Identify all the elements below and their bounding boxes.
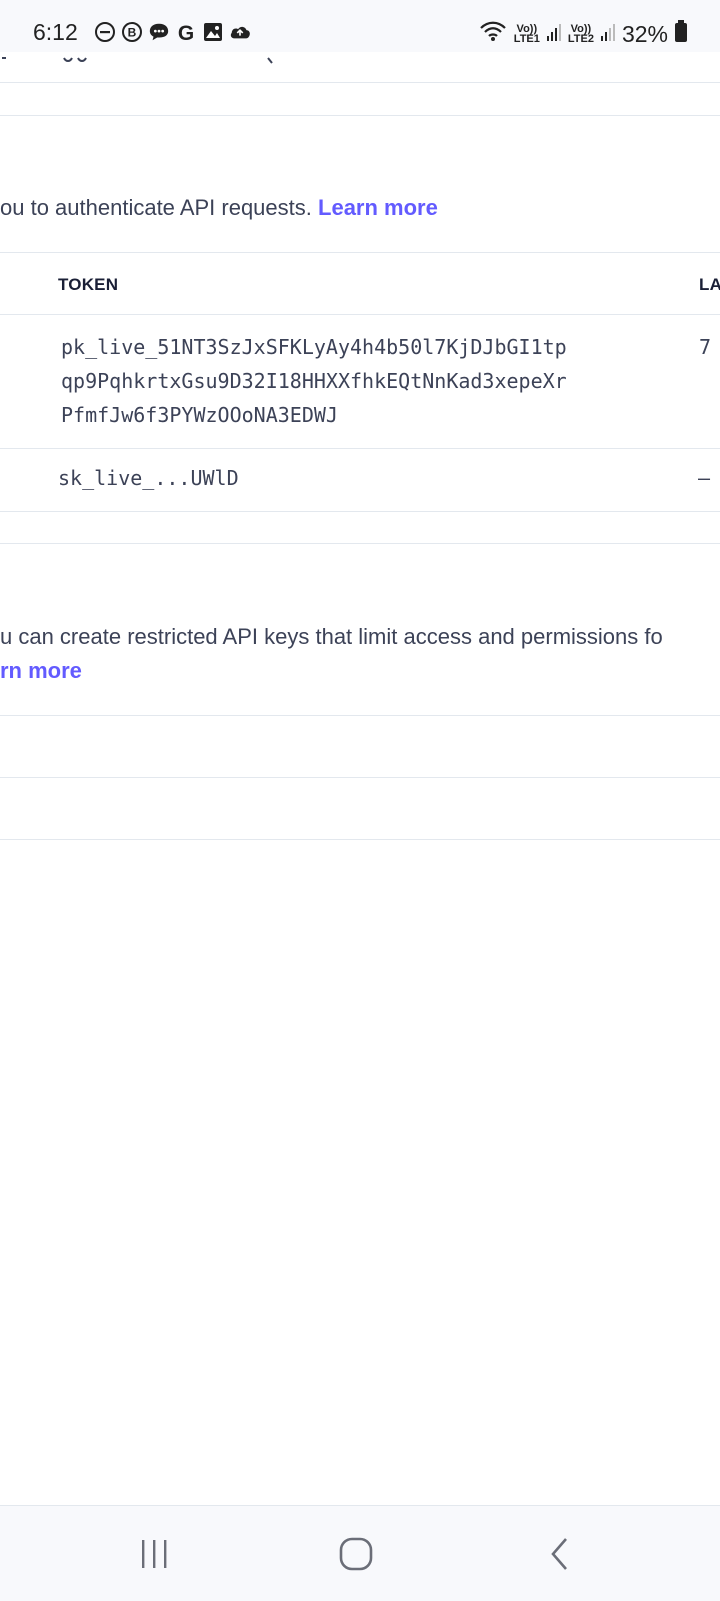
restricted-keys-description: u can create restricted API keys that li… <box>0 624 663 649</box>
table-row[interactable]: pk_live_51NT3SzJxSFKLyAy4h4b50l7KjDJbGI1… <box>0 315 720 448</box>
svg-text:G: G <box>178 22 194 43</box>
gallery-icon <box>202 21 224 43</box>
status-right: Vo)) LTE1 Vo)) LTE2 32% <box>478 19 688 49</box>
learn-more-link[interactable]: rn more <box>0 658 82 684</box>
status-time: 6:12 <box>33 19 78 45</box>
table-top-border <box>0 715 720 716</box>
section-divider <box>0 543 720 544</box>
token-line: qp9PqhkrtxGsu9D32I18HHXXfhkEQtNnKad3xepe… <box>61 369 567 393</box>
row-divider <box>0 839 720 840</box>
navigation-bar <box>0 1505 720 1601</box>
cut-off-text-remnant <box>0 52 300 64</box>
divider <box>0 82 720 83</box>
cloud-icon <box>229 21 251 43</box>
row-divider <box>0 777 720 778</box>
back-icon[interactable] <box>540 1534 580 1574</box>
token-column-header: TOKEN <box>58 275 119 294</box>
sim2-label: Vo)) LTE2 <box>567 23 594 45</box>
signal-icon <box>600 21 616 48</box>
table-top-border <box>0 252 720 253</box>
last-used-value: – <box>698 466 711 490</box>
b-badge-icon: B <box>121 21 143 43</box>
battery-icon <box>674 19 688 49</box>
last-used-column-header: LA <box>699 275 720 294</box>
recent-apps-icon[interactable] <box>134 1534 174 1574</box>
wifi-icon <box>478 19 508 49</box>
home-icon[interactable] <box>336 1534 376 1574</box>
token-line: PfmfJw6f3PYWzOOoNA3EDWJ <box>61 403 338 427</box>
secret-key-token[interactable]: sk_live_...UWlD <box>58 461 239 495</box>
row-divider <box>0 511 720 512</box>
status-bar: 6:12 B G Vo)) LTE1 Vo)) LTE2 32% <box>0 0 720 52</box>
sim1-label: Vo)) LTE1 <box>513 23 540 45</box>
standard-keys-description: ou to authenticate API requests. Learn m… <box>0 195 438 221</box>
token-line: pk_live_51NT3SzJxSFKLyAy4h4b50l7KjDJbGI1… <box>61 335 567 359</box>
divider <box>0 115 720 116</box>
publishable-key-token[interactable]: pk_live_51NT3SzJxSFKLyAy4h4b50l7KjDJbGI1… <box>61 330 567 432</box>
battery-percent: 32% <box>621 20 668 47</box>
learn-more-link[interactable]: Learn more <box>318 195 438 220</box>
svg-text:B: B <box>128 26 137 40</box>
dnd-icon <box>94 21 116 43</box>
signal-icon <box>546 21 562 48</box>
description-text: ou to authenticate API requests. <box>0 195 312 220</box>
table-row[interactable]: sk_live_...UWlD – <box>0 449 720 511</box>
google-icon: G <box>175 21 197 43</box>
chat-bubble-icon <box>148 21 170 43</box>
last-used-value: 7 <box>699 335 712 359</box>
notification-icons: B G <box>94 21 251 43</box>
token-line: sk_live_...UWlD <box>58 466 239 490</box>
